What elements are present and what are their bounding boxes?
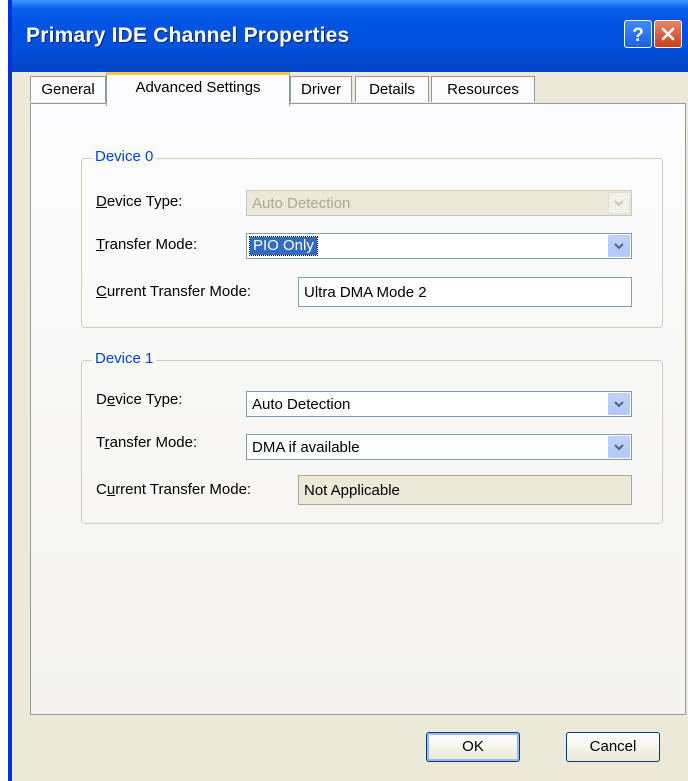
- dropdown-button[interactable]: [608, 393, 630, 415]
- device-0-device-type-label-rest: evice Type:: [106, 193, 183, 210]
- device-1-current-mode-value: Not Applicable: [304, 482, 400, 499]
- properties-dialog: Primary IDE Channel Properties ? General…: [8, 0, 688, 781]
- device-1-current-mode-label: Current Transfer Mode:: [96, 481, 252, 498]
- device-0-transfer-mode-value: PIO Only: [249, 236, 318, 256]
- dropdown-button[interactable]: [608, 436, 630, 458]
- device-1-device-type-label: Device Type:: [96, 391, 183, 408]
- close-icon: [661, 27, 675, 41]
- device-1-transfer-mode-value: DMA if available: [252, 439, 360, 456]
- tab-resources[interactable]: Resources: [431, 76, 535, 102]
- help-button[interactable]: ?: [624, 20, 652, 48]
- cancel-button[interactable]: Cancel: [566, 732, 660, 762]
- chevron-down-icon: [614, 401, 624, 408]
- device-1-device-type-select[interactable]: Auto Detection: [246, 391, 632, 417]
- close-button[interactable]: [654, 20, 682, 48]
- device-1-current-mode-field: Not Applicable: [298, 475, 632, 505]
- dropdown-button: [608, 192, 630, 214]
- device-0-group: Device 0 Device Type: Auto Detection Tra…: [81, 148, 663, 328]
- window-title: Primary IDE Channel Properties: [26, 24, 350, 47]
- device-0-current-mode-value: Ultra DMA Mode 2: [304, 284, 427, 301]
- device-1-legend: Device 1: [92, 350, 157, 367]
- device-0-current-mode-field: Ultra DMA Mode 2: [298, 277, 632, 307]
- chevron-down-icon: [614, 444, 624, 451]
- tab-general[interactable]: General: [30, 76, 106, 102]
- dropdown-button[interactable]: [608, 235, 630, 257]
- chevron-down-icon: [614, 243, 624, 250]
- ok-button[interactable]: OK: [426, 732, 520, 762]
- device-1-transfer-mode-select[interactable]: DMA if available: [246, 434, 632, 460]
- device-0-device-type-select: Auto Detection: [246, 190, 632, 216]
- tab-panel-advanced-settings: Device 0 Device Type: Auto Detection Tra…: [30, 103, 686, 715]
- tab-bar: General Advanced Settings Driver Details…: [26, 72, 688, 106]
- device-0-device-type-label: Device Type:: [96, 193, 183, 210]
- device-1-group: Device 1 Device Type: Auto Detection Tra…: [81, 350, 663, 524]
- tab-details[interactable]: Details: [355, 76, 429, 102]
- device-0-transfer-mode-select[interactable]: PIO Only: [246, 233, 632, 259]
- device-0-current-mode-label: Current Transfer Mode:: [96, 283, 252, 300]
- tab-driver[interactable]: Driver: [290, 76, 352, 102]
- title-bar[interactable]: Primary IDE Channel Properties ?: [12, 0, 688, 72]
- help-icon: ?: [632, 25, 644, 44]
- device-0-transfer-mode-label: Transfer Mode:: [96, 236, 198, 253]
- device-1-transfer-mode-label: Transfer Mode:: [96, 434, 198, 451]
- device-0-legend: Device 0: [92, 148, 157, 165]
- tab-advanced-settings[interactable]: Advanced Settings: [106, 72, 290, 106]
- chevron-down-icon: [614, 200, 624, 207]
- svg-text:?: ?: [632, 25, 644, 44]
- device-0-device-type-value: Auto Detection: [252, 195, 351, 212]
- device-1-device-type-value: Auto Detection: [252, 396, 351, 413]
